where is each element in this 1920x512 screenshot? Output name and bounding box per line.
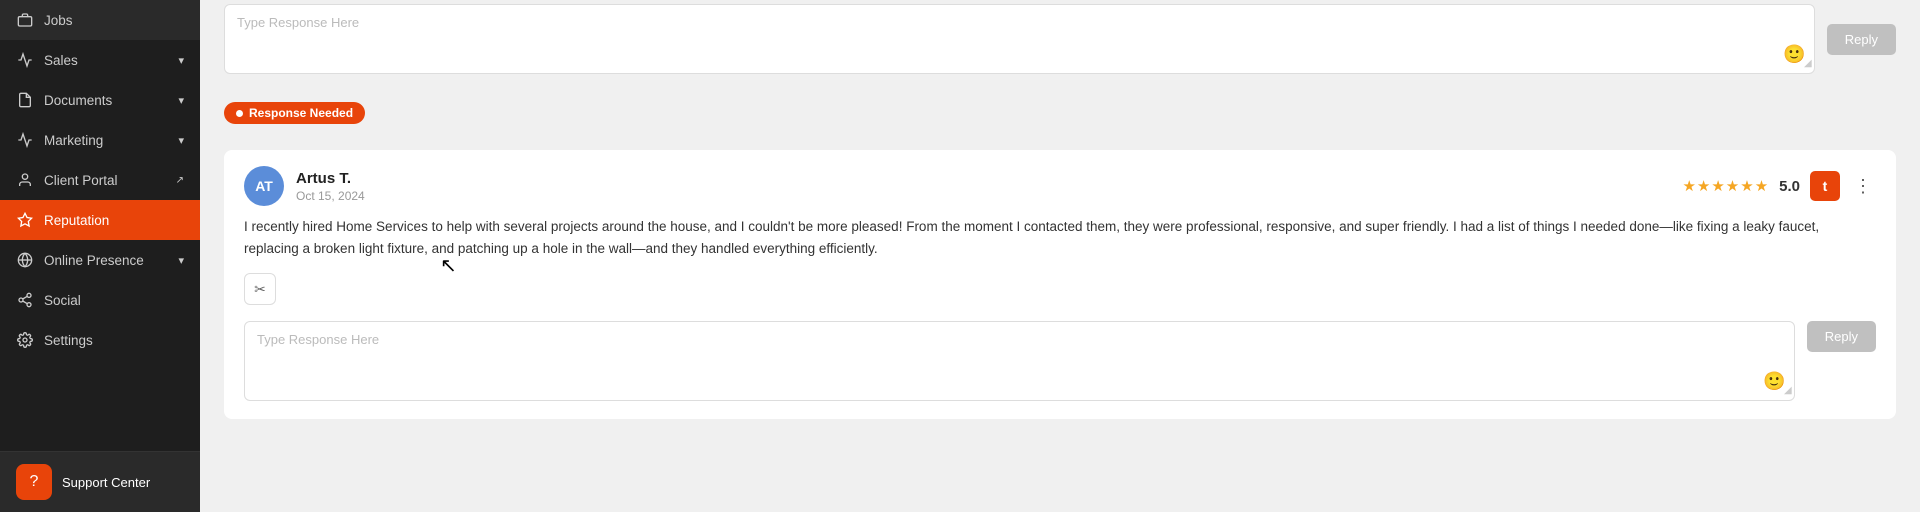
emoji-icon-bottom[interactable]: 🙂 [1763,371,1785,392]
sidebar-item-label: Documents [44,93,112,108]
emoji-icon[interactable]: 🙂 [1783,44,1805,65]
chevron-down-icon: ▾ [178,254,184,267]
sidebar-item-documents[interactable]: Documents ▾ [0,80,200,120]
sidebar-item-label: Sales [44,53,78,68]
chevron-down-icon: ▾ [178,134,184,147]
badge-dot [236,110,243,117]
sidebar-item-label: Client Portal [44,173,118,188]
review-header: AT Artus T. Oct 15, 2024 ★★★★★★ 5.0 t ⋮ [224,150,1896,216]
chevron-down-icon: ▾ [178,94,184,107]
social-icon [16,291,34,309]
sales-icon [16,51,34,69]
sidebar-item-settings[interactable]: Settings [0,320,200,360]
sidebar-item-label: Reputation [44,213,109,228]
rating-number: 5.0 [1779,178,1800,195]
settings-icon [16,331,34,349]
sidebar-item-label: Settings [44,333,93,348]
bottom-reply-placeholder: Type Response Here [257,332,1782,347]
response-needed-badge: Response Needed [224,102,365,124]
client-portal-icon [16,171,34,189]
marketing-icon [16,131,34,149]
support-label: Support Center [62,475,150,490]
platform-icon: t [1810,171,1840,201]
support-icon: ? [16,464,52,500]
sidebar-item-social[interactable]: Social [0,280,200,320]
reviewer-info: Artus T. Oct 15, 2024 [296,170,1670,203]
sidebar-item-label: Marketing [44,133,103,148]
reviewer-name: Artus T. [296,170,1670,187]
sidebar-item-label: Jobs [44,13,73,28]
main-content: Type Response Here 🙂 ◢ Reply Response Ne… [200,0,1920,512]
review-body: I recently hired Home Services to help w… [224,216,1896,273]
sidebar-item-label: Social [44,293,81,308]
reviewer-date: Oct 15, 2024 [296,189,1670,203]
bottom-reply-button[interactable]: Reply [1807,321,1876,352]
documents-icon [16,91,34,109]
sidebar-item-label: Online Presence [44,253,144,268]
sidebar-item-client-portal[interactable]: Client Portal ↗ [0,160,200,200]
reputation-icon [16,211,34,229]
sidebar-item-sales[interactable]: Sales ▾ [0,40,200,80]
sidebar-item-jobs[interactable]: Jobs [0,0,200,40]
sidebar-item-online-presence[interactable]: Online Presence ▾ [0,240,200,280]
support-center-button[interactable]: ? Support Center [0,451,200,512]
review-tools: ✂ [224,273,1896,315]
sidebar-item-reputation[interactable]: Reputation [0,200,200,240]
avatar: AT [244,166,284,206]
top-reply-button[interactable]: Reply [1827,24,1896,55]
sidebar: Jobs Sales ▾ Documents ▾ Marketing ▾ Cli… [0,0,200,512]
top-reply-placeholder: Type Response Here [237,15,1802,30]
resize-corner-icon: ◢ [1804,58,1812,69]
online-presence-icon [16,251,34,269]
badge-label: Response Needed [249,106,353,120]
chevron-down-icon: ▾ [178,54,184,67]
review-card: AT Artus T. Oct 15, 2024 ★★★★★★ 5.0 t ⋮ … [224,150,1896,419]
scissors-tool-button[interactable]: ✂ [244,273,276,305]
review-meta: ★★★★★★ 5.0 t ⋮ [1682,171,1876,201]
external-link-icon: ↗ [176,175,184,186]
star-rating: ★★★★★★ [1682,177,1769,195]
sidebar-item-marketing[interactable]: Marketing ▾ [0,120,200,160]
resize-corner-icon-bottom: ◢ [1784,385,1792,396]
briefcase-icon [16,11,34,29]
more-options-button[interactable]: ⋮ [1850,176,1876,197]
